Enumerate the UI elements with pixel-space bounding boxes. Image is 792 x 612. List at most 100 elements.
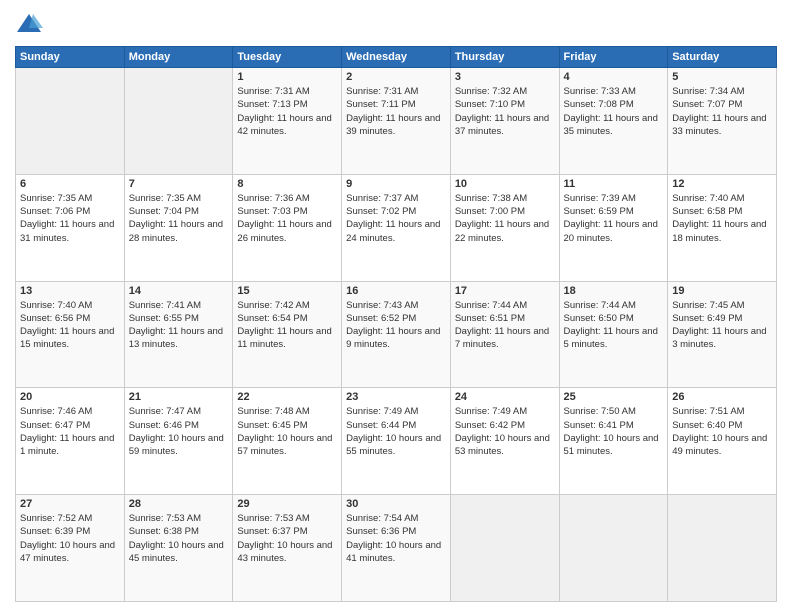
sunrise-label: Sunrise: 7:53 AM [237,513,309,524]
sunrise-label: Sunrise: 7:34 AM [672,86,744,97]
calendar-cell: 4 Sunrise: 7:33 AM Sunset: 7:08 PM Dayli… [559,68,668,175]
day-number: 27 [20,498,120,510]
sunset-label: Sunset: 7:08 PM [564,99,634,110]
calendar-cell: 22 Sunrise: 7:48 AM Sunset: 6:45 PM Dayl… [233,388,342,495]
sunrise-label: Sunrise: 7:41 AM [129,300,201,311]
day-info: Sunrise: 7:49 AM Sunset: 6:42 PM Dayligh… [455,405,555,458]
weekday-header-monday: Monday [124,47,233,68]
day-number: 9 [346,178,446,190]
day-number: 15 [237,285,337,297]
daylight-label: Daylight: 11 hours and 22 minutes. [455,219,549,243]
daylight-label: Daylight: 11 hours and 33 minutes. [672,113,766,137]
day-info: Sunrise: 7:45 AM Sunset: 6:49 PM Dayligh… [672,299,772,352]
day-info: Sunrise: 7:43 AM Sunset: 6:52 PM Dayligh… [346,299,446,352]
day-info: Sunrise: 7:42 AM Sunset: 6:54 PM Dayligh… [237,299,337,352]
calendar-cell [668,495,777,602]
day-number: 8 [237,178,337,190]
weekday-header-sunday: Sunday [16,47,125,68]
calendar-cell: 25 Sunrise: 7:50 AM Sunset: 6:41 PM Dayl… [559,388,668,495]
day-info: Sunrise: 7:49 AM Sunset: 6:44 PM Dayligh… [346,405,446,458]
day-number: 6 [20,178,120,190]
sunrise-label: Sunrise: 7:46 AM [20,406,92,417]
daylight-label: Daylight: 10 hours and 51 minutes. [564,433,659,457]
day-info: Sunrise: 7:44 AM Sunset: 6:51 PM Dayligh… [455,299,555,352]
sunrise-label: Sunrise: 7:37 AM [346,193,418,204]
daylight-label: Daylight: 11 hours and 20 minutes. [564,219,658,243]
daylight-label: Daylight: 11 hours and 3 minutes. [672,326,766,350]
sunrise-label: Sunrise: 7:54 AM [346,513,418,524]
daylight-label: Daylight: 11 hours and 37 minutes. [455,113,549,137]
sunrise-label: Sunrise: 7:52 AM [20,513,92,524]
day-info: Sunrise: 7:37 AM Sunset: 7:02 PM Dayligh… [346,192,446,245]
daylight-label: Daylight: 11 hours and 42 minutes. [237,113,331,137]
calendar-cell: 11 Sunrise: 7:39 AM Sunset: 6:59 PM Dayl… [559,174,668,281]
sunrise-label: Sunrise: 7:40 AM [672,193,744,204]
sunrise-label: Sunrise: 7:36 AM [237,193,309,204]
daylight-label: Daylight: 11 hours and 35 minutes. [564,113,658,137]
sunrise-label: Sunrise: 7:50 AM [564,406,636,417]
calendar-cell: 7 Sunrise: 7:35 AM Sunset: 7:04 PM Dayli… [124,174,233,281]
daylight-label: Daylight: 10 hours and 41 minutes. [346,540,441,564]
sunset-label: Sunset: 6:54 PM [237,313,307,324]
sunset-label: Sunset: 6:49 PM [672,313,742,324]
day-info: Sunrise: 7:31 AM Sunset: 7:13 PM Dayligh… [237,85,337,138]
day-info: Sunrise: 7:53 AM Sunset: 6:38 PM Dayligh… [129,512,229,565]
daylight-label: Daylight: 11 hours and 39 minutes. [346,113,440,137]
sunrise-label: Sunrise: 7:45 AM [672,300,744,311]
calendar-cell: 18 Sunrise: 7:44 AM Sunset: 6:50 PM Dayl… [559,281,668,388]
sunset-label: Sunset: 7:02 PM [346,206,416,217]
calendar-cell: 13 Sunrise: 7:40 AM Sunset: 6:56 PM Dayl… [16,281,125,388]
day-number: 13 [20,285,120,297]
weekday-header-saturday: Saturday [668,47,777,68]
calendar-cell: 6 Sunrise: 7:35 AM Sunset: 7:06 PM Dayli… [16,174,125,281]
calendar-cell: 30 Sunrise: 7:54 AM Sunset: 6:36 PM Dayl… [342,495,451,602]
calendar-cell: 2 Sunrise: 7:31 AM Sunset: 7:11 PM Dayli… [342,68,451,175]
sunrise-label: Sunrise: 7:44 AM [564,300,636,311]
calendar-cell: 10 Sunrise: 7:38 AM Sunset: 7:00 PM Dayl… [450,174,559,281]
calendar-cell: 15 Sunrise: 7:42 AM Sunset: 6:54 PM Dayl… [233,281,342,388]
weekday-header-thursday: Thursday [450,47,559,68]
sunset-label: Sunset: 6:37 PM [237,526,307,537]
daylight-label: Daylight: 10 hours and 49 minutes. [672,433,767,457]
sunset-label: Sunset: 6:36 PM [346,526,416,537]
page: SundayMondayTuesdayWednesdayThursdayFrid… [0,0,792,612]
daylight-label: Daylight: 11 hours and 9 minutes. [346,326,440,350]
sunset-label: Sunset: 6:47 PM [20,420,90,431]
daylight-label: Daylight: 10 hours and 57 minutes. [237,433,332,457]
day-number: 26 [672,391,772,403]
calendar-cell [450,495,559,602]
sunset-label: Sunset: 7:11 PM [346,99,416,110]
calendar-cell: 5 Sunrise: 7:34 AM Sunset: 7:07 PM Dayli… [668,68,777,175]
calendar-cell: 20 Sunrise: 7:46 AM Sunset: 6:47 PM Dayl… [16,388,125,495]
day-info: Sunrise: 7:38 AM Sunset: 7:00 PM Dayligh… [455,192,555,245]
daylight-label: Daylight: 10 hours and 45 minutes. [129,540,224,564]
daylight-label: Daylight: 11 hours and 28 minutes. [129,219,223,243]
day-number: 12 [672,178,772,190]
calendar-cell: 16 Sunrise: 7:43 AM Sunset: 6:52 PM Dayl… [342,281,451,388]
sunset-label: Sunset: 7:10 PM [455,99,525,110]
sunset-label: Sunset: 7:04 PM [129,206,199,217]
sunset-label: Sunset: 6:44 PM [346,420,416,431]
calendar-week-3: 13 Sunrise: 7:40 AM Sunset: 6:56 PM Dayl… [16,281,777,388]
day-info: Sunrise: 7:41 AM Sunset: 6:55 PM Dayligh… [129,299,229,352]
day-number: 22 [237,391,337,403]
sunset-label: Sunset: 6:56 PM [20,313,90,324]
sunset-label: Sunset: 6:38 PM [129,526,199,537]
day-number: 20 [20,391,120,403]
sunrise-label: Sunrise: 7:31 AM [346,86,418,97]
sunrise-label: Sunrise: 7:35 AM [20,193,92,204]
day-info: Sunrise: 7:53 AM Sunset: 6:37 PM Dayligh… [237,512,337,565]
calendar-cell: 17 Sunrise: 7:44 AM Sunset: 6:51 PM Dayl… [450,281,559,388]
day-number: 29 [237,498,337,510]
day-number: 25 [564,391,664,403]
day-number: 11 [564,178,664,190]
sunset-label: Sunset: 7:13 PM [237,99,307,110]
calendar-cell: 24 Sunrise: 7:49 AM Sunset: 6:42 PM Dayl… [450,388,559,495]
day-info: Sunrise: 7:34 AM Sunset: 7:07 PM Dayligh… [672,85,772,138]
daylight-label: Daylight: 11 hours and 11 minutes. [237,326,331,350]
daylight-label: Daylight: 10 hours and 53 minutes. [455,433,550,457]
daylight-label: Daylight: 10 hours and 47 minutes. [20,540,115,564]
day-info: Sunrise: 7:35 AM Sunset: 7:06 PM Dayligh… [20,192,120,245]
sunset-label: Sunset: 7:06 PM [20,206,90,217]
daylight-label: Daylight: 11 hours and 5 minutes. [564,326,658,350]
